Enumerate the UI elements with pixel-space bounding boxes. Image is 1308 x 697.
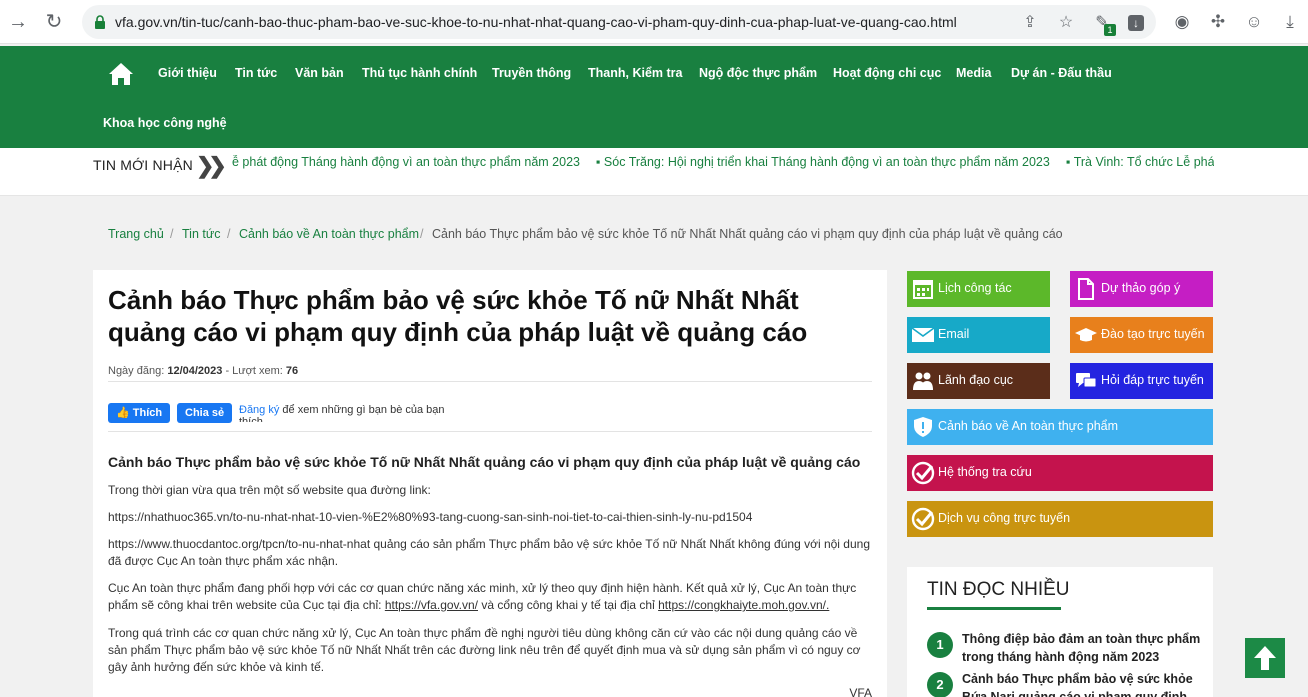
vfa-link[interactable]: https://vfa.gov.vn/ (385, 598, 478, 612)
star-icon[interactable]: ☆ (1056, 13, 1076, 33)
article-card: Cảnh báo Thực phẩm bảo vệ sức khỏe Tố nữ… (93, 270, 887, 697)
breadcrumb-separator: / (420, 227, 424, 241)
fb-like-button[interactable]: 👍 Thích (108, 403, 171, 423)
envelope-icon (911, 327, 935, 342)
article-paragraph: Trong thời gian vừa qua trên một số webs… (108, 483, 431, 497)
address-bar[interactable]: vfa.gov.vn/tin-tuc/canh-bao-thuc-pham-ba… (82, 5, 1156, 39)
url-text[interactable]: vfa.gov.vn/tin-tuc/canh-bao-thuc-pham-ba… (115, 14, 957, 30)
breadcrumb-home[interactable]: Trang chủ (108, 227, 164, 241)
nav-gioi-thieu[interactable]: Giới thiệu (158, 66, 217, 80)
popular-item[interactable]: Thông điệp bảo đảm an toàn thực phẩm tro… (962, 630, 1202, 666)
document-icon (1078, 278, 1094, 300)
camera-icon[interactable]: ◉ (1171, 11, 1193, 33)
extension-icon[interactable]: ✎ 1 (1092, 13, 1116, 36)
article-source: VFA (849, 686, 872, 697)
divider (108, 431, 872, 432)
nav-thanh-kiem-tra[interactable]: Thanh, Kiểm tra (588, 66, 682, 80)
download-icon[interactable]: ↓ (1128, 15, 1144, 31)
shield-alert-icon (914, 417, 932, 437)
home-icon[interactable] (108, 62, 134, 86)
tile-dao-tao-truc-tuyen[interactable]: Đào tạo trực tuyến (1070, 317, 1213, 353)
extension-badge: 1 (1104, 24, 1116, 36)
tile-hoi-dap-truc-tuyen[interactable]: Hỏi đáp trực tuyến (1070, 363, 1213, 399)
puzzle-icon[interactable]: ✣ (1207, 11, 1229, 33)
nav-tin-tuc[interactable]: Tin tức (235, 66, 277, 80)
article-paragraph: https://nhathuoc365.vn/to-nu-nhat-nhat-1… (108, 510, 753, 524)
article-views: 76 (285, 365, 299, 377)
back-to-top-button[interactable] (1245, 638, 1285, 678)
tile-dich-vu-cong[interactable]: Dịch vụ công trực tuyến (907, 501, 1213, 537)
nav-van-ban[interactable]: Văn bản (295, 66, 344, 80)
calendar-icon (913, 280, 933, 299)
congkhaiyte-link[interactable]: https://congkhaiyte.moh.gov.vn/. (658, 598, 829, 612)
ticker-item[interactable]: ▪ Sóc Trăng: Hội nghị triển khai Tháng h… (596, 155, 1050, 169)
check-circle-icon (911, 461, 935, 485)
main-navigation: Giới thiệu Tin tức Văn bản Thủ tục hành … (0, 46, 1308, 148)
nav-hoat-dong-chi-cuc[interactable]: Hoạt động chi cục (833, 66, 941, 80)
check-circle-icon (911, 507, 935, 531)
nav-truyen-thong[interactable]: Truyền thông (492, 66, 571, 80)
share-icon[interactable]: ⇪ (1020, 13, 1040, 33)
popular-item[interactable]: Cảnh báo Thực phẩm bảo vệ sức khỏe Bứa N… (962, 670, 1202, 697)
tile-he-thong-tra-cuu[interactable]: Hệ thống tra cứu (907, 455, 1213, 491)
popular-title: TIN ĐỌC NHIỀU (927, 579, 1070, 600)
fb-social-text: Đăng ký để xem những gì bạn bè của bạn t… (239, 404, 445, 422)
ticker-item[interactable]: ễ phát động Tháng hành động vì an toàn t… (232, 155, 580, 169)
divider (108, 381, 872, 382)
tile-email[interactable]: Email (907, 317, 1050, 353)
account-icon[interactable]: ☺ (1243, 11, 1265, 33)
nav-du-an-dau-thau[interactable]: Dự án - Đấu thầu (1011, 66, 1112, 80)
breadcrumb-separator: / (227, 227, 231, 241)
fb-share-button[interactable]: Chia sẻ (177, 403, 233, 423)
fb-signup-link[interactable]: Đăng ký (239, 404, 279, 416)
news-ticker: TIN MỚI NHẬN ❯❯ ễ phát động Tháng hành đ… (0, 148, 1308, 196)
article-date: 12/04/2023 (167, 365, 223, 377)
graduation-cap-icon (1075, 328, 1097, 342)
tile-canh-bao-atttp[interactable]: Cảnh báo về An toàn thực phẩm (907, 409, 1213, 445)
back-icon[interactable]: → (6, 10, 30, 34)
breadcrumb-news[interactable]: Tin tức (182, 227, 220, 241)
tile-lanh-dao-cuc[interactable]: Lãnh đạo cục (907, 363, 1050, 399)
breadcrumb-category[interactable]: Cảnh báo về An toàn thực phẩm (239, 227, 419, 241)
breadcrumb-current: Cảnh báo Thực phẩm bảo vệ sức khỏe Tố nữ… (432, 227, 1063, 241)
popular-rank: 2 (927, 672, 953, 697)
divider (927, 607, 1061, 610)
nav-thu-tuc-hanh-chinh[interactable]: Thủ tục hành chính (362, 66, 477, 80)
ticker-item[interactable]: ▪ Trà Vinh: Tổ chức Lễ phá (1066, 155, 1214, 169)
popular-news: TIN ĐỌC NHIỀU 1 Thông điệp bảo đảm an to… (907, 567, 1213, 697)
breadcrumb-separator: / (170, 227, 174, 241)
lock-icon[interactable] (93, 15, 107, 29)
article-paragraph: https://www.thuocdantoc.org/tpcn/to-nu-n… (108, 537, 870, 568)
ticker-title: TIN MỚI NHẬN (93, 157, 193, 173)
article-meta: Ngày đăng: 12/04/2023 - Lượt xem: 76 (108, 365, 299, 377)
nav-khoa-hoc-cong-nghe[interactable]: Khoa học công nghệ (103, 116, 227, 130)
install-icon[interactable]: ⤓ (1279, 11, 1301, 33)
tile-du-thao-gop-y[interactable]: Dự thảo góp ý (1070, 271, 1213, 307)
nav-ngo-doc-thuc-pham[interactable]: Ngộ độc thực phẩm (699, 66, 817, 80)
reload-icon[interactable]: ↻ (42, 10, 66, 34)
tile-lich-cong-tac[interactable]: Lịch công tác (907, 271, 1050, 307)
nav-media[interactable]: Media (956, 66, 991, 80)
popular-rank: 1 (927, 632, 953, 658)
chat-icon (1076, 373, 1097, 388)
browser-toolbar: → ↻ vfa.gov.vn/tin-tuc/canh-bao-thuc-pha… (0, 0, 1308, 44)
people-icon (913, 372, 933, 390)
article-title: Cảnh báo Thực phẩm bảo vệ sức khỏe Tố nữ… (108, 285, 808, 347)
article-paragraph: Trong quá trình các cơ quan chức năng xử… (108, 626, 861, 674)
article-paragraph: Cục An toàn thực phẩm đang phối hợp với … (108, 581, 857, 612)
ticker-window: ễ phát động Tháng hành động vì an toàn t… (232, 155, 1214, 175)
article-lead: Cảnh báo Thực phẩm bảo vệ sức khỏe Tố nữ… (108, 454, 861, 470)
double-chevron-icon: ❯❯ (196, 153, 227, 178)
